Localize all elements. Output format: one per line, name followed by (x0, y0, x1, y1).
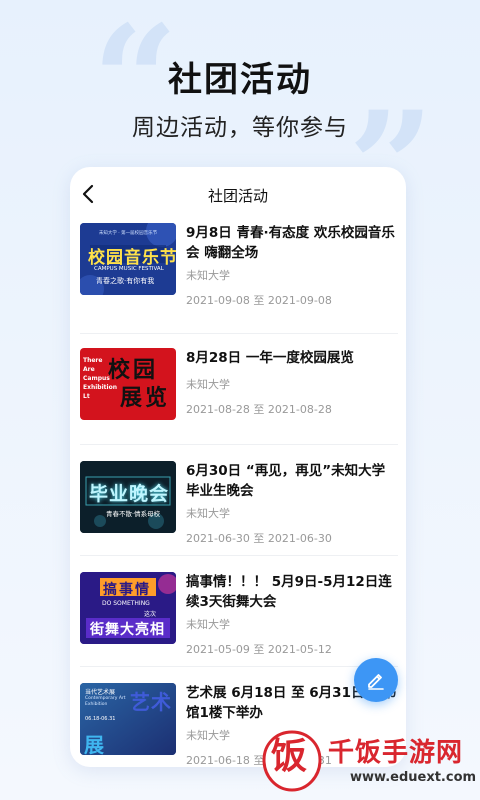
pencil-icon (368, 674, 384, 690)
thumb-title: 搞事情 (103, 582, 151, 598)
thumb-tagline: 青春不散·情系母校 (106, 510, 161, 518)
event-thumbnail: 毕业晚会 青春不散·情系母校 (80, 461, 176, 533)
hero-title: 社团活动 (168, 60, 312, 100)
watermark-name: 千饭手游网 (328, 738, 464, 768)
nav-title: 社团活动 (207, 187, 268, 205)
event-title: 6月30日 “再见，再见”未知大学毕业生晚会 (186, 463, 386, 499)
edit-fab-button[interactable] (354, 658, 398, 702)
hero-subtitle: 周边活动，等你参与 (132, 115, 348, 141)
thumb-english: DO SOMETHING (102, 600, 150, 607)
thumb-title-2: 展 (84, 733, 104, 755)
watermark-url: www.eduext.com (350, 770, 477, 785)
thumb-title: 校园音乐节 (88, 248, 176, 268)
event-date: 2021-06-30 至 2021-06-30 (186, 532, 332, 545)
thumb-heading: 当代艺术展 (85, 689, 116, 696)
event-item[interactable]: 未知大学 · 第一届校园音乐节 校园音乐节 CAMPUS MUSIC FESTI… (80, 223, 398, 334)
event-title: 搞事情！！！ 5月9日-5月12日连续3天街舞大会 (186, 574, 392, 610)
thumb-title: 艺术 (130, 690, 172, 714)
thumb-english: Contemporary Art Exhibition (85, 696, 126, 707)
event-date: 2021-05-09 至 2021-05-12 (186, 643, 332, 656)
thumb-headline: 街舞大亮相 (90, 622, 165, 638)
event-thumbnail: 校园 展览 There Are Campus Exhibition Lt (80, 348, 176, 420)
event-org: 未知大学 (186, 507, 230, 520)
watermark-badge-char: 饭 (271, 736, 308, 777)
event-title: 8月28日 一年一度校园展览 (186, 350, 354, 366)
event-org: 未知大学 (186, 269, 230, 282)
event-info: 8月28日 一年一度校园展览 未知大学 2021-08-28 至 2021-08… (186, 348, 398, 417)
event-org: 未知大学 (186, 618, 230, 631)
nav-bar: 社团活动 (70, 167, 406, 223)
event-date: 2021-08-28 至 2021-08-28 (186, 403, 332, 416)
event-item[interactable]: 搞事情 DO SOMETHING 这次 街舞大亮相 搞事情！！！ 5月9日-5月… (80, 556, 398, 667)
thumb-title: 毕业晚会 (89, 483, 170, 505)
event-date: 2021-09-08 至 2021-09-08 (186, 294, 332, 307)
event-thumbnail: 搞事情 DO SOMETHING 这次 街舞大亮相 (80, 572, 176, 644)
event-org: 未知大学 (186, 378, 230, 391)
thumb-small: 这次 (144, 611, 157, 618)
thumb-tagline: 青春之歌·有你有我 (96, 277, 155, 285)
event-thumbnail: 艺术 展 当代艺术展 Contemporary Art Exhibition 0… (80, 683, 176, 755)
thumb-english: There Are Campus Exhibition Lt (83, 357, 117, 400)
event-info: 9月8日 青春·有态度 欢乐校园音乐会 嗨翻全场 未知大学 2021-09-08… (186, 223, 398, 308)
event-title: 9月8日 青春·有态度 欢乐校园音乐会 嗨翻全场 (186, 225, 395, 261)
thumb-subtitle: CAMPUS MUSIC FESTIVAL (94, 266, 164, 272)
event-info: 搞事情！！！ 5月9日-5月12日连续3天街舞大会 未知大学 2021-05-0… (186, 572, 398, 657)
event-thumbnail: 未知大学 · 第一届校园音乐节 校园音乐节 CAMPUS MUSIC FESTI… (80, 223, 176, 295)
svg-text:未知大学 · 第一届校园音乐节: 未知大学 · 第一届校园音乐节 (99, 229, 158, 236)
event-item[interactable]: 毕业晚会 青春不散·情系母校 6月30日 “再见，再见”未知大学毕业生晚会 未知… (80, 445, 398, 556)
thumb-title-2: 展览 (120, 386, 171, 411)
thumb-dates: 06.18-06.31 (85, 716, 116, 722)
event-item[interactable]: 校园 展览 There Are Campus Exhibition Lt 8月2… (80, 334, 398, 445)
watermark: 饭 千饭手游网 www.eduext.com (262, 726, 476, 796)
event-info: 6月30日 “再见，再见”未知大学毕业生晚会 未知大学 2021-06-30 至… (186, 461, 398, 546)
